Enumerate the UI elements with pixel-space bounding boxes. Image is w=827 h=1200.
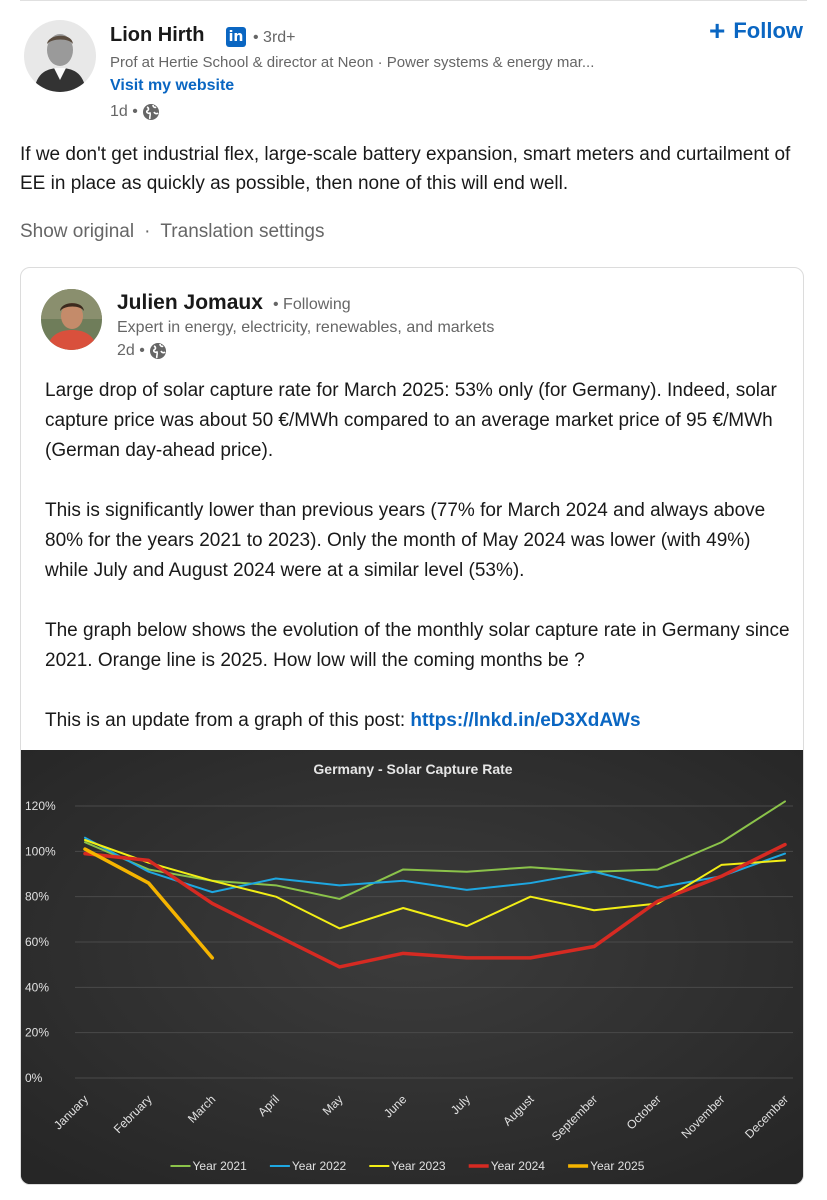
visit-website-link[interactable]: Visit my website xyxy=(110,77,234,95)
legend-label: Year 2024 xyxy=(491,1159,546,1173)
connection-degree: • 3rd+ xyxy=(253,29,296,46)
chart-title: Germany - Solar Capture Rate xyxy=(313,761,512,777)
post-timestamp: 1d • xyxy=(110,103,160,121)
shared-author-degree: • Following xyxy=(273,296,351,313)
y-tick-label: 20% xyxy=(25,1026,49,1040)
update-prefix: This is an update from a graph of this p… xyxy=(45,710,411,731)
separator-dot: · xyxy=(144,221,151,242)
shared-author-name[interactable]: Julien Jomaux xyxy=(117,291,263,315)
y-tick-label: 0% xyxy=(25,1071,43,1085)
translation-settings-link[interactable]: Translation settings xyxy=(160,221,324,243)
globe-icon xyxy=(149,343,166,359)
shared-post-timestamp: 2d • xyxy=(117,342,167,360)
author-avatar[interactable] xyxy=(24,20,96,92)
shared-author-headline: Expert in energy, electricity, renewable… xyxy=(117,319,495,336)
author-name[interactable]: Lion Hirth xyxy=(110,24,204,47)
update-link[interactable]: https://lnkd.in/eD3XdAWs xyxy=(410,710,640,731)
translation-controls: Show original · Translation settings xyxy=(20,221,324,243)
legend-label: Year 2023 xyxy=(391,1159,446,1173)
y-tick-label: 40% xyxy=(25,980,49,994)
legend-label: Year 2025 xyxy=(590,1159,645,1173)
shared-post-paragraph-1: Large drop of solar capture rate for Mar… xyxy=(45,380,777,461)
follow-button[interactable]: + Follow xyxy=(708,15,803,46)
solar-capture-chart[interactable]: Germany - Solar Capture Rate 0% 20% 40% 60% 8… xyxy=(21,750,803,1184)
shared-post-paragraph-2: This is significantly lower than previou… xyxy=(45,500,766,581)
shared-author-avatar[interactable] xyxy=(41,289,102,350)
y-tick-label: 100% xyxy=(25,844,56,858)
y-tick-label: 120% xyxy=(25,799,56,813)
y-tick-label: 60% xyxy=(25,935,49,949)
shared-post-time: 2d • xyxy=(117,342,145,359)
legend-label: Year 2021 xyxy=(193,1159,248,1173)
post-time: 1d • xyxy=(110,103,138,120)
post-text: If we don't get industrial flex, large-s… xyxy=(20,144,791,194)
legend-label: Year 2022 xyxy=(292,1159,347,1173)
y-tick-label: 80% xyxy=(25,890,49,904)
globe-icon xyxy=(142,104,159,120)
plus-icon: + xyxy=(708,15,726,46)
linkedin-premium-badge-icon: in xyxy=(226,27,246,47)
shared-post-paragraph-4: This is an update from a graph of this p… xyxy=(45,706,795,736)
shared-post-paragraph-3: The graph below shows the evolution of t… xyxy=(45,620,790,671)
top-divider xyxy=(20,0,807,1)
chart-background xyxy=(21,750,803,1184)
follow-label: Follow xyxy=(733,18,803,43)
author-headline: Prof at Hertie School & director at Neon… xyxy=(110,54,595,71)
shared-post-card[interactable]: Julien Jomaux • Following Expert in ener… xyxy=(20,267,804,1185)
show-original-link[interactable]: Show original xyxy=(20,221,134,243)
